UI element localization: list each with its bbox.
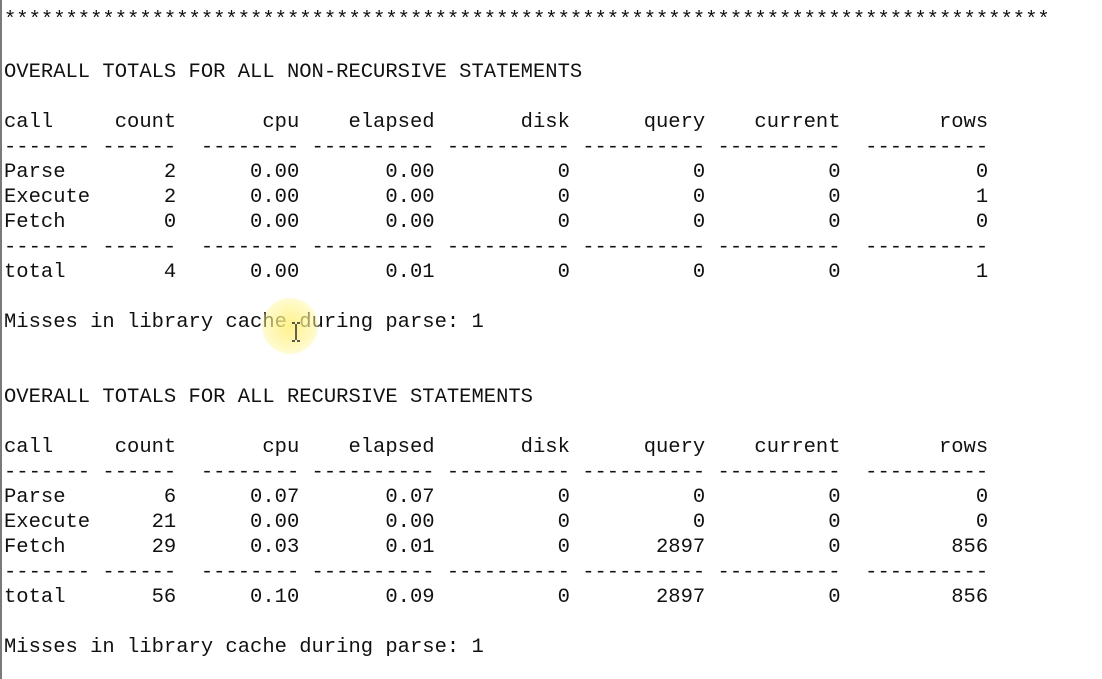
table-row-fetch: Fetch 0 0.00 0.00 0 0 0 0: [4, 211, 989, 234]
window-left-border: [0, 0, 2, 679]
table-rule-row: ------- ------ -------- ---------- -----…: [4, 561, 989, 584]
table-header-row: call count cpu elapsed disk query curren…: [4, 436, 989, 459]
misses-library-cache-text: Misses in library cache during parse: 1: [4, 636, 484, 659]
table-row-execute: Execute 21 0.00 0.00 0 0 0 0: [4, 511, 989, 534]
table-row-execute: Execute 2 0.00 0.00 0 0 0 1: [4, 186, 989, 209]
misses-library-cache-text: Misses in library cache during parse: 1: [4, 311, 484, 334]
table-row-parse: Parse 2 0.00 0.00 0 0 0 0: [4, 161, 989, 184]
table-rule-row: ------- ------ -------- ---------- -----…: [4, 461, 989, 484]
tkprof-trace-text[interactable]: ****************************************…: [4, 0, 1100, 679]
table-rule-row: ------- ------ -------- ---------- -----…: [4, 236, 989, 259]
table-row-total: total 56 0.10 0.09 0 2897 0 856: [4, 586, 989, 609]
section-heading-non-recursive: OVERALL TOTALS FOR ALL NON-RECURSIVE STA…: [4, 61, 583, 84]
table-rule-row: ------- ------ -------- ---------- -----…: [4, 136, 989, 159]
section-heading-recursive: OVERALL TOTALS FOR ALL RECURSIVE STATEME…: [4, 386, 533, 409]
table-row-parse: Parse 6 0.07 0.07 0 0 0 0: [4, 486, 989, 509]
asterisk-divider: ****************************************…: [4, 9, 1050, 32]
cursor-highlight: [262, 298, 318, 354]
table-header-row: call count cpu elapsed disk query curren…: [4, 111, 989, 134]
table-row-total: total 4 0.00 0.01 0 0 0 1: [4, 261, 989, 284]
table-row-fetch: Fetch 29 0.03 0.01 0 2897 0 856: [4, 536, 989, 559]
text-ibeam-cursor-icon: [292, 322, 300, 342]
